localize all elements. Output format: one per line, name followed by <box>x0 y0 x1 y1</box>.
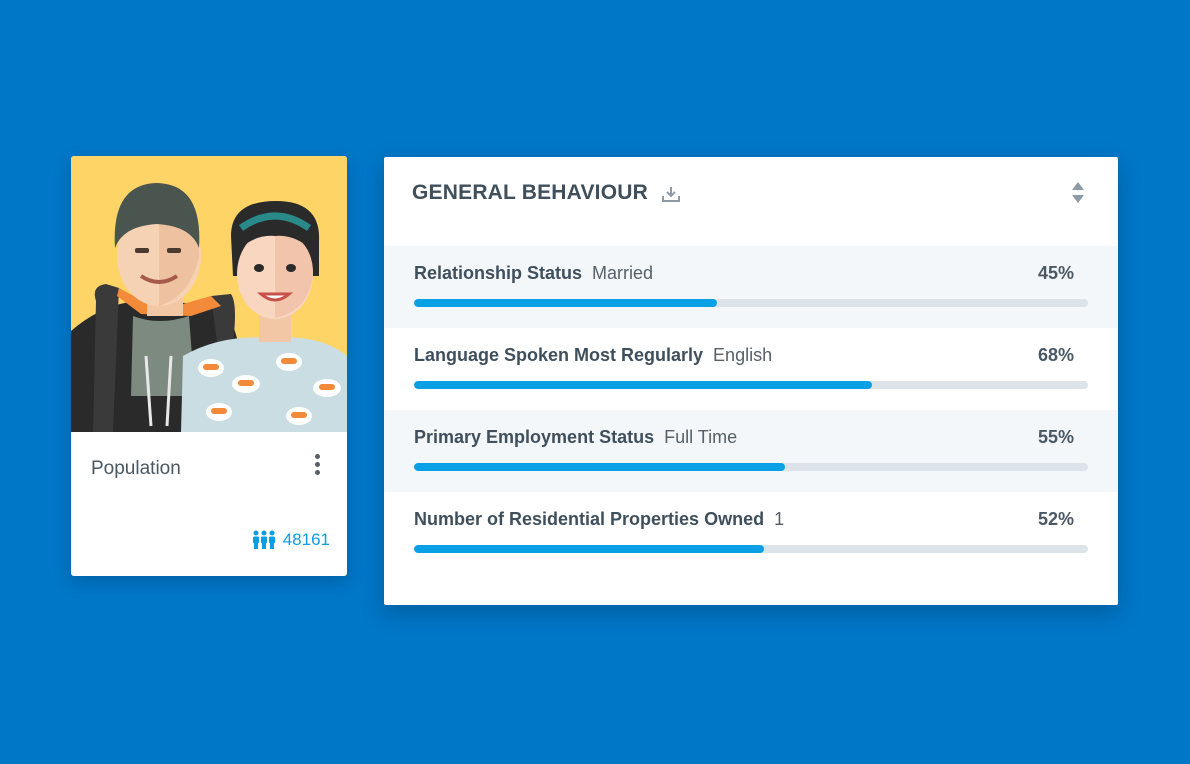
behaviour-value: English <box>713 345 773 365</box>
population-count-value: 48161 <box>282 530 330 549</box>
behaviour-attribute: Relationship Status <box>414 263 583 283</box>
behaviour-row[interactable]: Language Spoken Most Regularly English 68… <box>384 328 1118 410</box>
sort-updown-icon[interactable] <box>1071 181 1085 205</box>
behaviour-percent: 45% <box>1037 263 1074 283</box>
progress-track <box>414 545 1088 553</box>
behaviour-row[interactable]: Primary Employment Status Full Time 55% <box>384 410 1118 492</box>
behaviour-attribute: Primary Employment Status <box>414 427 655 447</box>
behaviour-row[interactable]: Relationship Status Married 45% <box>384 246 1118 328</box>
more-vertical-icon[interactable] <box>311 454 325 480</box>
behaviour-value: Married <box>592 263 654 283</box>
behaviour-label: Relationship Status Married <box>414 263 653 284</box>
people-group-icon <box>252 530 275 549</box>
general-behaviour-panel: GENERAL BEHAVIOUR Relationship Status Mar… <box>384 157 1118 605</box>
behaviour-percent: 68% <box>1037 345 1074 365</box>
progress-track <box>414 381 1088 389</box>
progress-fill <box>414 545 765 553</box>
progress-fill <box>414 299 718 307</box>
progress-track <box>414 463 1088 471</box>
panel-title: GENERAL BEHAVIOUR <box>412 181 648 204</box>
behaviour-attribute: Language Spoken Most Regularly <box>414 345 704 365</box>
progress-fill <box>414 463 785 471</box>
progress-track <box>414 299 1088 307</box>
behaviour-row[interactable]: Number of Residential Properties Owned 1 … <box>384 492 1118 574</box>
behaviour-label: Primary Employment Status Full Time <box>414 427 737 448</box>
behaviour-percent: 52% <box>1037 509 1074 529</box>
population-card[interactable]: Population 48161 <box>71 156 347 576</box>
population-count: 48161 <box>252 529 330 551</box>
download-icon[interactable] <box>662 186 680 202</box>
population-label: Population <box>91 458 181 479</box>
behaviour-attribute: Number of Residential Properties Owned <box>414 509 765 529</box>
behaviour-list: Relationship Status Married 45% Language … <box>384 246 1118 574</box>
progress-fill <box>414 381 873 389</box>
behaviour-label: Language Spoken Most Regularly English <box>414 345 772 366</box>
behaviour-label: Number of Residential Properties Owned 1 <box>414 509 784 530</box>
behaviour-value: 1 <box>774 509 785 529</box>
population-portrait <box>71 156 347 432</box>
behaviour-value: Full Time <box>664 427 738 447</box>
behaviour-percent: 55% <box>1037 427 1074 447</box>
panel-header: GENERAL BEHAVIOUR <box>384 157 1118 246</box>
